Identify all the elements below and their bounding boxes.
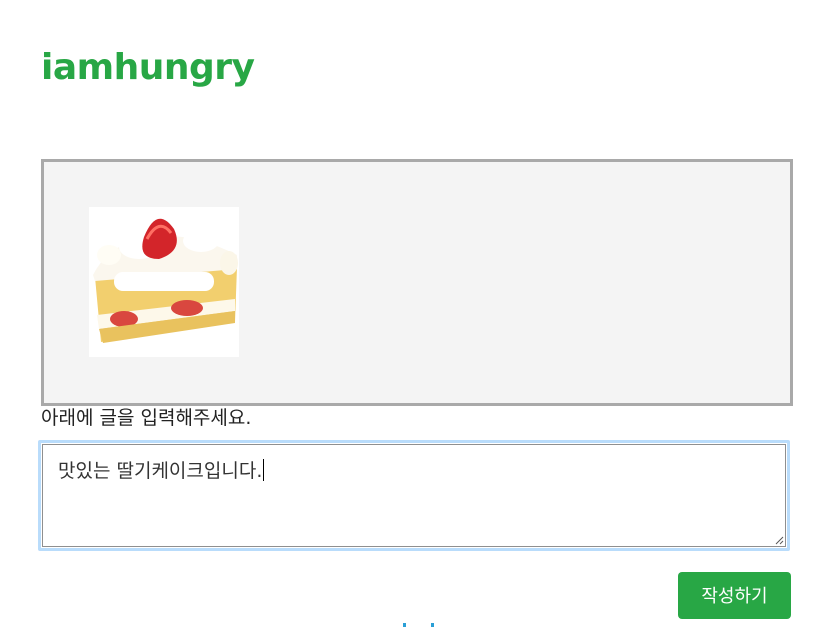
site-logo-text[interactable]: iamhungry (41, 44, 255, 92)
resize-grip-icon[interactable] (774, 535, 784, 545)
post-textarea-value: 맛있는 딸기케이크입니다. (58, 460, 263, 482)
post-textarea[interactable]: 맛있는 딸기케이크입니다. (42, 444, 786, 547)
text-caret (263, 459, 265, 481)
textarea-prompt-label: 아래에 글을 입력해주세요. (41, 407, 252, 429)
cake-image (93, 218, 238, 343)
image-preview-area[interactable] (41, 159, 793, 406)
loading-dot (431, 623, 434, 627)
post-textarea-focus-ring[interactable]: 맛있는 딸기케이크입니다. (38, 440, 790, 551)
submit-post-button[interactable]: 작성하기 (678, 572, 791, 619)
uploaded-image-thumbnail (89, 207, 239, 357)
loading-dot (403, 623, 406, 627)
